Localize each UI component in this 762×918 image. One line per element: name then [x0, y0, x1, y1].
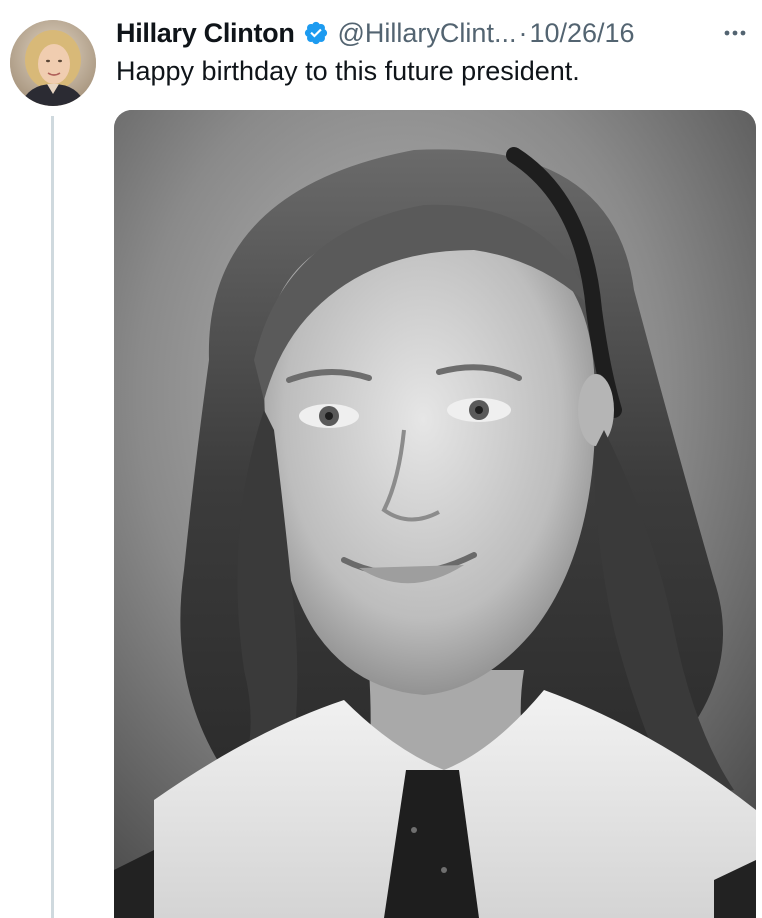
tweet-header: Hillary Clinton @HillaryClint... · 10/26…	[116, 15, 635, 51]
thread-connector-line	[51, 116, 54, 918]
tweet-media-photo[interactable]	[114, 110, 756, 918]
tweet-text: Happy birthday to this future president.	[116, 56, 580, 86]
author-name[interactable]: Hillary Clinton	[116, 18, 295, 49]
tweet-date[interactable]: 10/26/16	[529, 18, 634, 49]
verified-badge-icon	[303, 20, 329, 46]
portrait-photo	[114, 110, 756, 918]
avatar-image	[10, 20, 96, 106]
author-handle[interactable]: @HillaryClint...	[338, 18, 517, 49]
author-avatar[interactable]	[10, 20, 96, 106]
separator-dot: ·	[518, 17, 528, 48]
tweet[interactable]: Hillary Clinton @HillaryClint... · 10/26…	[0, 0, 762, 918]
more-options-icon[interactable]	[718, 19, 752, 47]
